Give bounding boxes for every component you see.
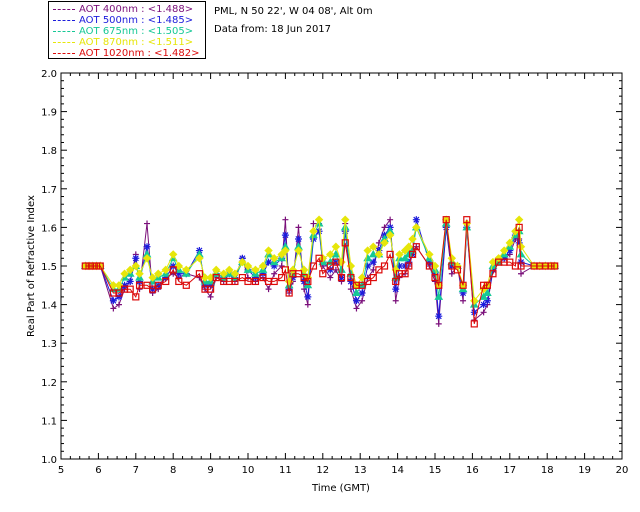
y-tick-label: 1.5 [41,262,57,273]
data-point [281,231,289,239]
y-axis-label: Real Part of Refractive Index [26,195,37,337]
data-point [282,216,289,223]
data-point [304,293,312,301]
data-point [304,301,311,308]
data-point [161,265,170,275]
data-point [352,297,360,305]
x-tick-label: 14 [391,465,404,476]
data-point [295,224,302,231]
data-point [110,305,117,312]
data-point [212,265,221,275]
x-tick-label: 7 [133,465,139,476]
y-tick-label: 1.1 [41,416,57,427]
y-tick-label: 1.2 [41,378,57,389]
data-point [518,270,525,277]
data-point [144,220,151,227]
x-tick-label: 15 [429,465,442,476]
data-point [412,216,420,224]
x-tick-label: 19 [578,465,591,476]
data-point [341,215,350,224]
data-point [435,320,442,327]
x-tick-label: 18 [541,465,554,476]
data-point [168,250,178,259]
data-point [369,242,378,251]
data-point [265,286,272,293]
x-tick-label: 9 [207,465,213,476]
data-point [460,297,467,304]
data-point [392,297,399,304]
y-tick-label: 1.9 [41,108,57,119]
y-tick-label: 1.7 [41,185,57,196]
y-tick-label: 1.4 [41,301,57,312]
data-point [331,242,341,251]
data-point [115,301,122,308]
x-tick-label: 20 [616,465,629,476]
data-point [314,215,324,224]
x-tick-label: 8 [170,465,176,476]
x-tick-label: 12 [316,465,329,476]
x-tick-label: 17 [503,465,516,476]
y-tick-label: 1.6 [41,223,57,234]
y-tick-label: 1.0 [41,455,57,466]
x-tick-label: 11 [279,465,292,476]
x-axis-label: Time (GMT) [311,483,370,494]
data-point [395,250,404,259]
y-tick-label: 1.3 [41,339,57,350]
x-tick-label: 6 [95,465,101,476]
data-point [435,312,443,320]
data-point [514,215,524,224]
data-point [109,297,117,305]
data-point [309,227,318,236]
data-point [225,265,234,275]
x-tick-label: 13 [354,465,367,476]
data-point [363,246,372,255]
refractive-index-chart: 5 6 7 8 9 10 11 12 13 14 15 16 17 18 19 20 1.0 1.1 1.2 1.3 1… [26,69,629,494]
x-tick-label: 5 [58,465,64,476]
data-point [516,249,526,258]
y-tick-label: 1.8 [41,146,57,157]
data-point [264,246,273,255]
data-point [294,235,302,243]
x-tick-label: 10 [242,465,255,476]
data-point [132,254,140,262]
data-point [143,243,151,251]
data-point [392,285,400,293]
y-tick-label: 2.0 [41,69,57,80]
x-tick-label: 16 [466,465,479,476]
